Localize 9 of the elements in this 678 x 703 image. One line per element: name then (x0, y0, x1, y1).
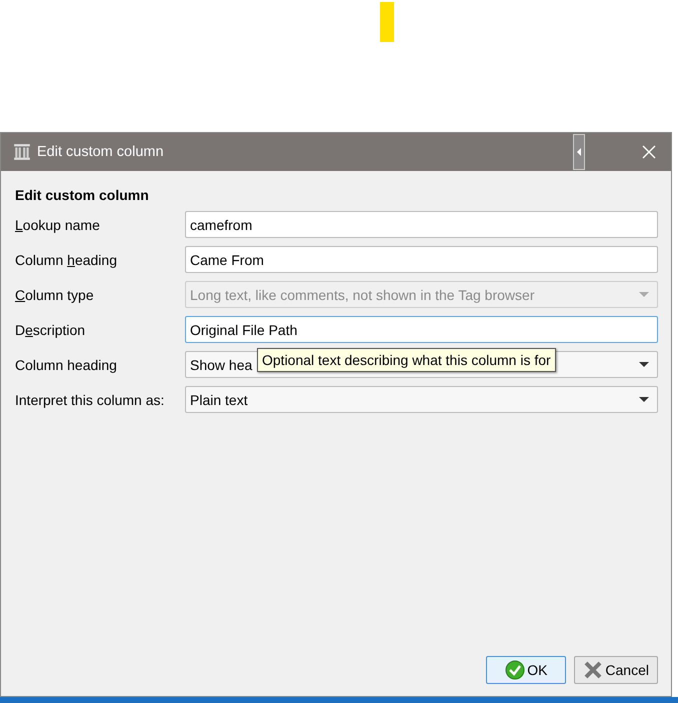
field-label: Interpret this column as: (15, 392, 166, 408)
field-label: Column type (15, 286, 95, 302)
field-label: Column heading (15, 356, 118, 372)
window-title: Edit custom column (37, 144, 165, 160)
field-label: Column heading (15, 252, 118, 268)
tooltip: Optional text describing what this column is for (257, 348, 556, 372)
field-label: Description (15, 322, 86, 338)
section-heading: Edit custom column (15, 187, 150, 203)
field-label: Lookup name (15, 216, 101, 232)
